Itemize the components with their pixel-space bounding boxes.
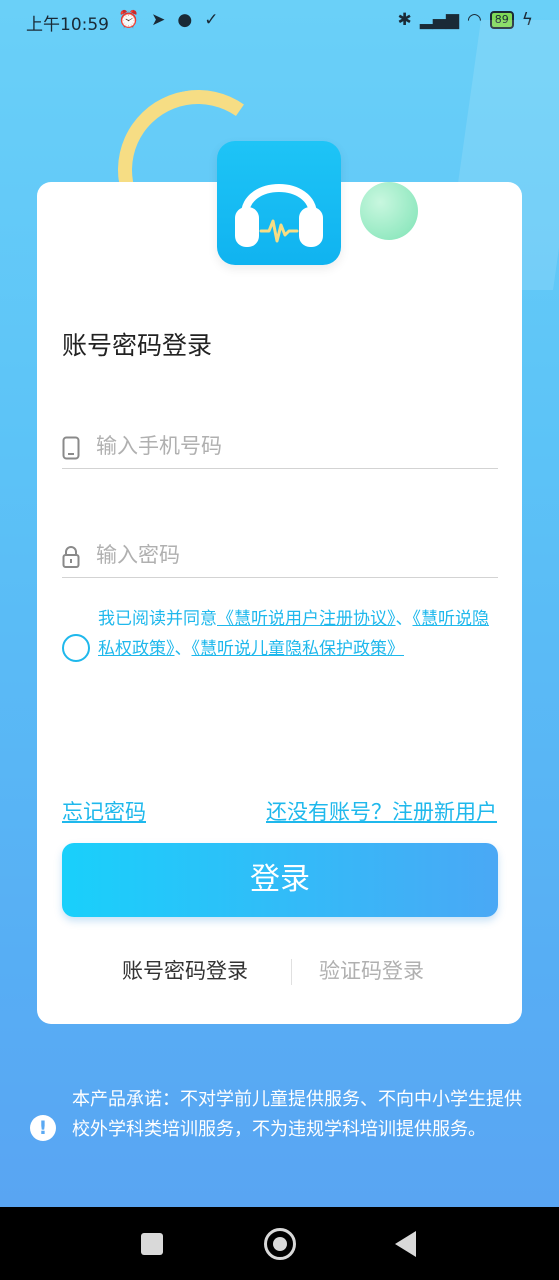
home-icon[interactable]	[264, 1228, 296, 1260]
phone-field	[62, 422, 498, 469]
recent-apps-icon[interactable]	[141, 1233, 163, 1255]
phone-input[interactable]	[96, 428, 486, 464]
agreement-prefix: 我已阅读并同意	[98, 609, 217, 629]
password-field	[62, 531, 498, 578]
login-button[interactable]: 登录	[62, 843, 498, 917]
chat-icon: ●	[177, 10, 193, 30]
forgot-password-link[interactable]: 忘记密码	[62, 796, 146, 826]
app-logo	[217, 141, 341, 265]
signal-icon: ▂▄▆	[419, 10, 459, 30]
agreement-separator: 、	[174, 639, 192, 659]
status-bar: 上午10:59 ⏰ ➤ ● ✓ ✱ ▂▄▆ ◠ 89 ϟ	[0, 0, 559, 42]
login-title: 账号密码登录	[62, 331, 213, 360]
child-privacy-link[interactable]: 《慧听说儿童隐私保护政策》	[192, 639, 405, 659]
user-agreement-link[interactable]: 《慧听说用户注册协议》	[217, 609, 396, 629]
phone-icon	[62, 436, 80, 460]
agreement-checkbox[interactable]	[62, 634, 90, 662]
lock-icon	[62, 546, 80, 568]
notice-text: 本产品承诺：不对学前儿童提供服务、不向中小学生提供校外学科类培训服务，不为违规学…	[72, 1089, 522, 1140]
headphones-icon	[235, 184, 323, 247]
back-icon[interactable]	[395, 1231, 416, 1257]
password-login-tab[interactable]: 账号密码登录	[122, 955, 248, 985]
decorative-bubble	[360, 182, 418, 240]
bluetooth-icon: ✱	[397, 10, 412, 30]
agreement-separator: 、	[395, 609, 413, 629]
register-link[interactable]: 还没有账号？注册新用户	[266, 796, 497, 826]
mute-alarm-icon: ⏰	[118, 10, 140, 30]
telegram-icon: ➤	[151, 10, 166, 30]
download-done-icon: ✓	[204, 10, 219, 30]
code-login-tab[interactable]: 验证码登录	[319, 955, 424, 985]
mode-divider	[291, 959, 292, 985]
status-time: 上午10:59	[26, 15, 109, 35]
system-nav-bar	[0, 1207, 559, 1280]
info-icon: !	[30, 1115, 56, 1141]
password-input[interactable]	[96, 537, 486, 573]
status-notification-icons: ⏰ ➤ ● ✓	[118, 10, 219, 30]
agreement-text: 我已阅读并同意《慧听说用户注册协议》、《慧听说隐私权政策》、《慧听说儿童隐私保护…	[98, 604, 498, 664]
login-mode-switch: 账号密码登录 验证码登录	[62, 955, 498, 989]
